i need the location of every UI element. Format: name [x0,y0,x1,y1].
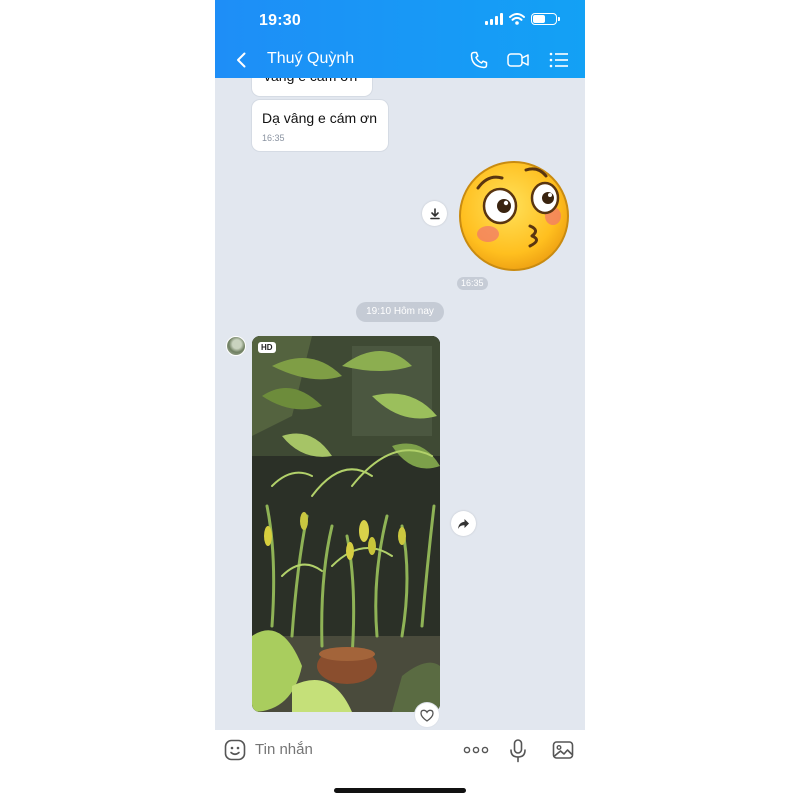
plants-photo [252,336,440,712]
video-call-button[interactable] [505,48,531,72]
menu-button[interactable] [546,48,572,72]
signal-icon [485,13,503,25]
sticker-timestamp: 16:35 [457,277,488,290]
chat-screen: vâng e cám ơn Dạ vâng e cám ơn 16:35 [215,0,585,800]
message-text: Dạ vâng e cám ơn [262,110,378,126]
message-input[interactable] [255,741,405,758]
mic-icon[interactable] [509,739,527,763]
status-time: 19:30 [259,12,301,29]
download-icon [429,207,440,219]
chat-header: 19:30 Thuý Quỳnh [215,0,585,78]
share-icon [458,518,469,529]
more-icon[interactable] [463,742,489,758]
home-indicator [334,788,466,793]
contact-name[interactable]: Thuý Quỳnh [267,50,354,68]
avatar[interactable] [226,336,246,356]
menu-list-icon [549,52,568,68]
message-timestamp: 16:35 [262,133,285,143]
video-call-icon [507,53,529,67]
share-button[interactable] [451,511,476,536]
message-bubble[interactable]: Dạ vâng e cám ơn 16:35 [252,100,388,151]
back-icon [237,52,246,68]
phone-icon [470,51,488,69]
voice-call-button[interactable] [466,48,492,72]
status-icons [485,13,560,25]
like-button[interactable] [415,703,439,727]
photo-message[interactable]: HD [252,336,440,712]
emoji-icon[interactable] [224,739,246,761]
gallery-icon[interactable] [552,739,574,761]
back-button[interactable] [231,49,251,71]
wifi-icon [509,13,525,25]
hd-badge: HD [258,342,276,353]
kiss-emoji-sticker[interactable] [458,160,570,272]
battery-icon [531,13,560,25]
message-composer [215,730,585,800]
heart-icon [420,709,434,722]
download-button[interactable] [422,201,447,226]
date-separator: 19:10 Hôm nay [356,302,444,322]
